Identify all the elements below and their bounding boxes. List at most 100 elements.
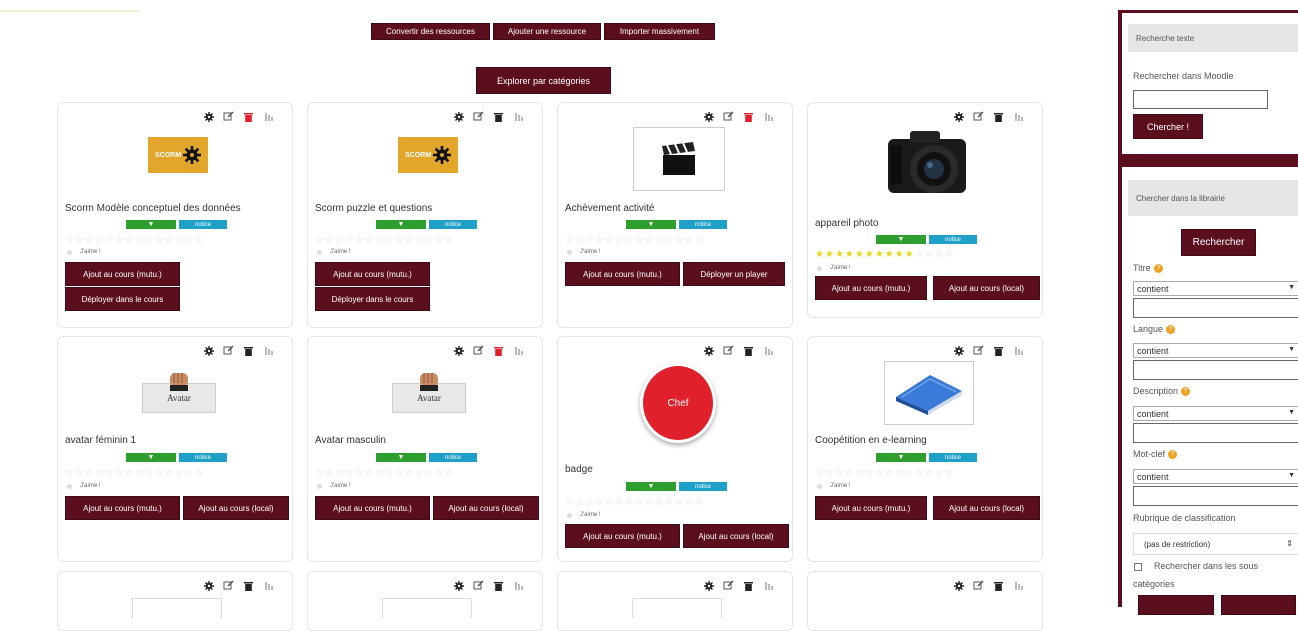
like-link[interactable]: J'aime ! [567, 512, 600, 518]
delete-icon[interactable] [993, 580, 1004, 591]
add-to-course-mutu-button[interactable]: Ajout au cours (mutu.) [65, 262, 180, 286]
keyword-filter-input[interactable] [1133, 486, 1298, 506]
edit-icon[interactable] [723, 580, 734, 591]
moodle-search-button[interactable]: Chercher ! [1133, 114, 1203, 139]
like-link[interactable]: J'aime ! [817, 483, 850, 489]
library-search-button[interactable]: Rechercher [1181, 229, 1256, 256]
add-to-course-mutu-button[interactable]: Ajout au cours (mutu.) [815, 276, 927, 300]
resource-title[interactable]: Avatar masculin [315, 435, 386, 446]
edit-icon[interactable] [223, 345, 234, 356]
rating-stars[interactable]: ☆☆☆☆☆☆☆☆☆☆☆☆☆☆ [65, 469, 205, 479]
help-icon[interactable]: ? [1166, 325, 1176, 335]
resource-title[interactable]: Coopétition en e-learning [815, 435, 927, 446]
edit-icon[interactable] [223, 580, 234, 591]
title-filter-input[interactable] [1133, 298, 1298, 318]
description-match-select[interactable]: contient ▼ [1133, 406, 1298, 421]
sidebar-reset-button[interactable] [1221, 595, 1296, 615]
edit-icon[interactable] [723, 345, 734, 356]
settings-icon[interactable] [703, 111, 714, 122]
rating-stars[interactable]: ☆☆☆☆☆☆☆☆☆☆☆☆☆☆ [315, 236, 455, 246]
help-icon[interactable]: ? [1181, 387, 1191, 397]
notice-badge[interactable]: notice [679, 482, 727, 491]
add-to-course-mutu-button[interactable]: Ajout au cours (mutu.) [315, 262, 430, 286]
language-filter-input[interactable] [1133, 360, 1298, 380]
like-link[interactable]: J'aime ! [67, 483, 100, 489]
delete-icon[interactable] [243, 111, 254, 122]
notice-badge[interactable]: notice [679, 220, 727, 229]
add-to-course-mutu-button[interactable]: Ajout au cours (mutu.) [315, 496, 430, 520]
resource-title[interactable]: Scorm puzzle et questions [315, 203, 432, 214]
download-badge[interactable]: ▼ [626, 220, 676, 229]
resource-title[interactable]: Scorm Modèle conceptuel des données [65, 203, 241, 214]
move-handle-icon[interactable] [263, 345, 274, 356]
notice-badge[interactable]: notice [179, 220, 227, 229]
add-to-course-local-button[interactable]: Ajout au cours (local) [183, 496, 289, 520]
explore-categories-button[interactable]: Explorer par catégories [476, 67, 611, 94]
help-icon[interactable]: ? [1153, 264, 1163, 274]
rating-stars[interactable]: ☆☆☆☆☆☆☆☆☆☆☆☆☆☆ [815, 469, 955, 479]
move-handle-icon[interactable] [1013, 111, 1024, 122]
rating-stars[interactable]: ☆☆☆☆☆☆☆☆☆☆☆☆☆☆ [65, 236, 205, 246]
rating-stars[interactable]: ☆☆☆☆☆☆☆☆☆☆☆☆☆☆ [565, 236, 705, 246]
notice-badge[interactable]: notice [929, 235, 977, 244]
delete-icon[interactable] [493, 345, 504, 356]
notice-badge[interactable]: notice [429, 220, 477, 229]
deploy-in-course-button[interactable]: Déployer dans le cours [65, 287, 180, 311]
move-handle-icon[interactable] [513, 345, 524, 356]
resource-title[interactable]: Achèvement activité [565, 203, 655, 214]
edit-icon[interactable] [973, 111, 984, 122]
deploy-in-course-button[interactable]: Déployer dans le cours [315, 287, 430, 311]
edit-icon[interactable] [473, 111, 484, 122]
language-match-select[interactable]: contient ▼ [1133, 343, 1298, 358]
notice-badge[interactable]: notice [429, 453, 477, 462]
move-handle-icon[interactable] [1013, 345, 1024, 356]
like-link[interactable]: J'aime ! [317, 249, 350, 255]
settings-icon[interactable] [953, 580, 964, 591]
subcategories-checkbox[interactable] [1134, 563, 1142, 571]
like-link[interactable]: J'aime ! [317, 483, 350, 489]
resource-title[interactable]: badge [565, 464, 593, 475]
move-handle-icon[interactable] [263, 580, 274, 591]
delete-icon[interactable] [993, 111, 1004, 122]
title-match-select[interactable]: contient ▼ [1133, 281, 1298, 296]
delete-icon[interactable] [993, 345, 1004, 356]
move-handle-icon[interactable] [763, 111, 774, 122]
rating-stars[interactable]: ☆☆☆☆☆☆☆☆☆☆☆☆☆☆ [315, 469, 455, 479]
delete-icon[interactable] [743, 580, 754, 591]
edit-icon[interactable] [473, 345, 484, 356]
edit-icon[interactable] [723, 111, 734, 122]
download-badge[interactable]: ▼ [876, 453, 926, 462]
keyword-match-select[interactable]: contient ▼ [1133, 469, 1298, 484]
add-to-course-local-button[interactable]: Ajout au cours (local) [933, 496, 1040, 520]
resource-title[interactable]: appareil photo [815, 218, 878, 229]
download-badge[interactable]: ▼ [876, 235, 926, 244]
notice-badge[interactable]: notice [929, 453, 977, 462]
move-handle-icon[interactable] [1013, 580, 1024, 591]
like-link[interactable]: J'aime ! [817, 265, 850, 271]
add-resource-button[interactable]: Ajouter une ressource [493, 23, 601, 40]
add-to-course-mutu-button[interactable]: Ajout au cours (mutu.) [815, 496, 927, 520]
move-handle-icon[interactable] [763, 345, 774, 356]
bulk-import-button[interactable]: Importer massivement [604, 23, 715, 40]
help-icon[interactable]: ? [1168, 450, 1178, 460]
download-badge[interactable]: ▼ [626, 482, 676, 491]
settings-icon[interactable] [203, 345, 214, 356]
like-link[interactable]: J'aime ! [67, 249, 100, 255]
like-link[interactable]: J'aime ! [567, 249, 600, 255]
add-to-course-mutu-button[interactable]: Ajout au cours (mutu.) [65, 496, 180, 520]
delete-icon[interactable] [243, 580, 254, 591]
add-to-course-local-button[interactable]: Ajout au cours (local) [933, 276, 1040, 300]
deploy-player-button[interactable]: Déployer un player [683, 262, 785, 286]
move-handle-icon[interactable] [513, 580, 524, 591]
settings-icon[interactable] [953, 111, 964, 122]
settings-icon[interactable] [453, 345, 464, 356]
delete-icon[interactable] [493, 580, 504, 591]
edit-icon[interactable] [973, 345, 984, 356]
download-badge[interactable]: ▼ [126, 453, 176, 462]
notice-badge[interactable]: notice [179, 453, 227, 462]
add-to-course-local-button[interactable]: Ajout au cours (local) [433, 496, 539, 520]
moodle-search-input[interactable] [1133, 90, 1268, 109]
settings-icon[interactable] [703, 580, 714, 591]
move-handle-icon[interactable] [513, 111, 524, 122]
move-handle-icon[interactable] [263, 111, 274, 122]
